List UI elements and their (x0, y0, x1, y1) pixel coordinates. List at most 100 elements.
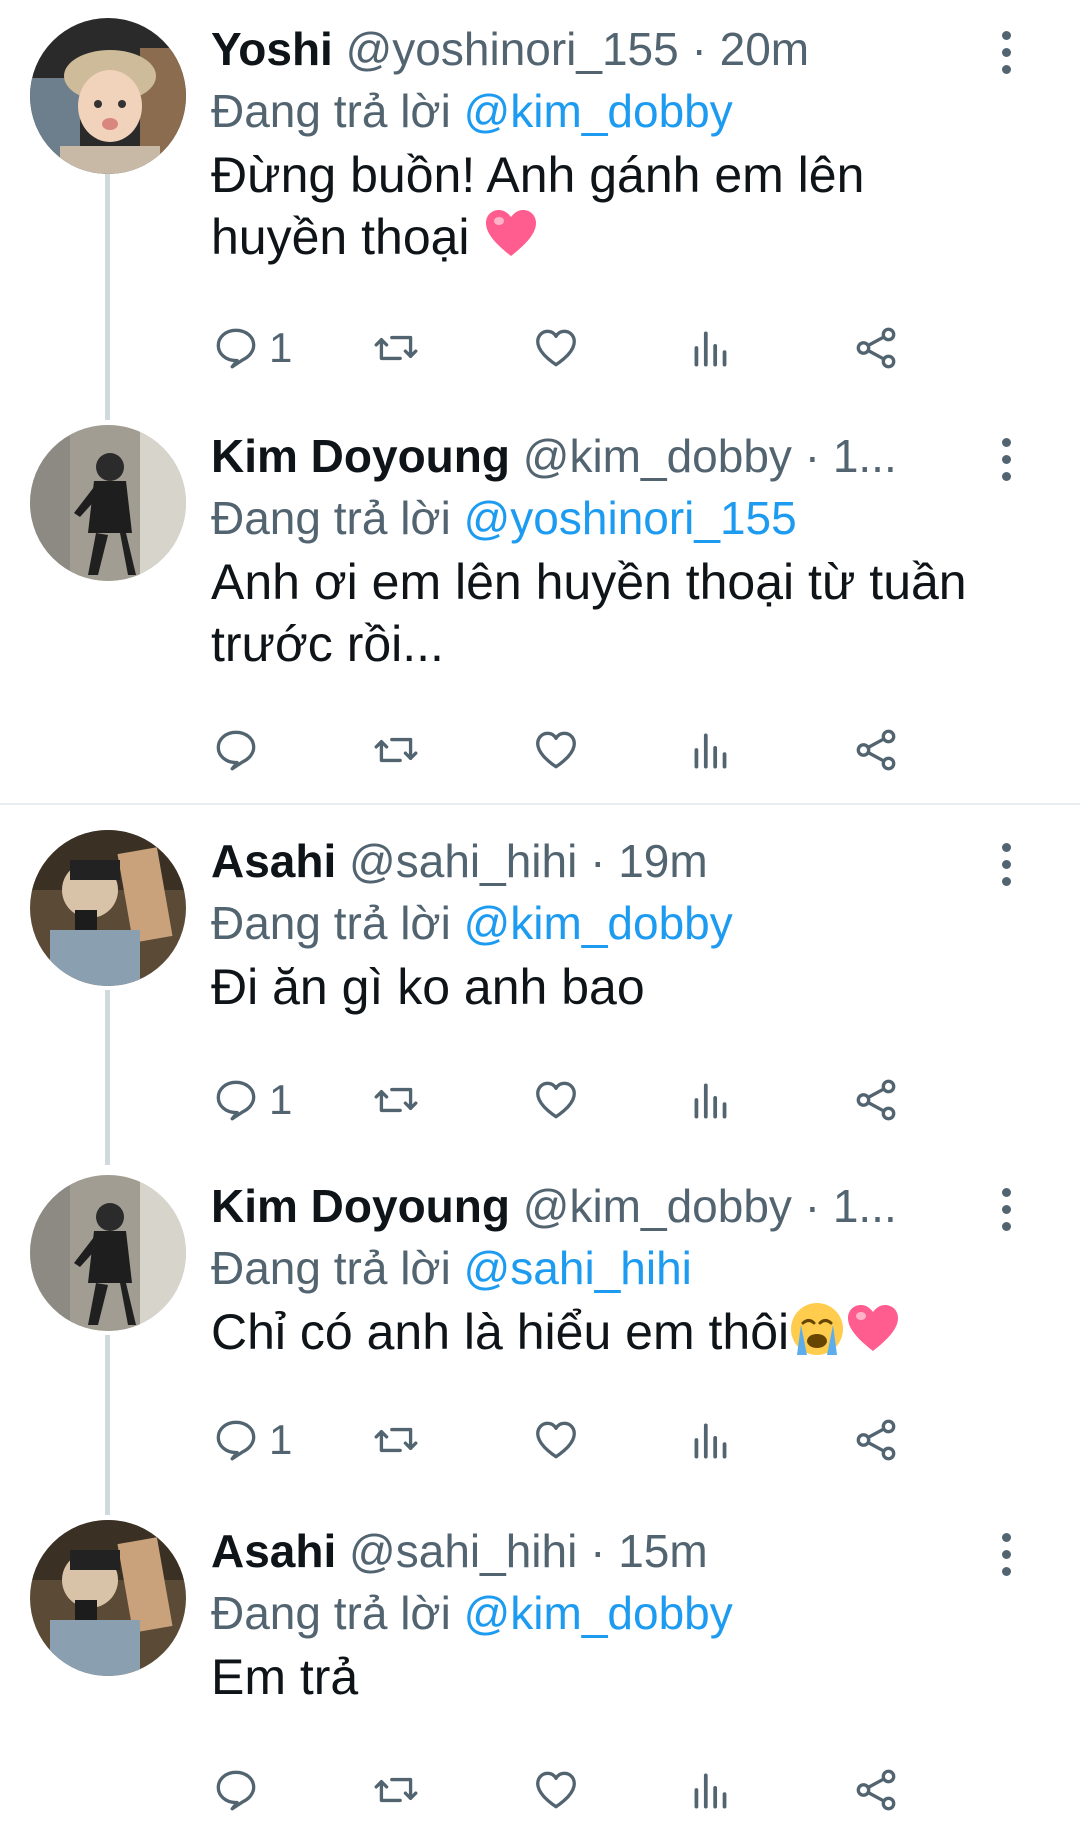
tweet-header: Kim Doyoung @kim_dobby · 1... (211, 425, 1020, 487)
analytics-button[interactable] (686, 1410, 736, 1470)
analytics-icon (694, 1773, 727, 1809)
comment-icon (216, 730, 256, 771)
share-button[interactable] (851, 1760, 901, 1820)
more-vertical-icon[interactable] (992, 840, 1020, 890)
share-button[interactable] (851, 1070, 901, 1130)
replying-to: Đang trả lời @sahi_hihi (211, 1237, 1020, 1299)
reply-prefix: Đang trả lời (211, 897, 451, 949)
user-handle[interactable]: @yoshinori_155 (346, 23, 679, 75)
heart-emoji-icon (848, 1305, 899, 1351)
comment-icon (216, 1420, 256, 1461)
share-icon (856, 1769, 896, 1811)
display-name[interactable]: Asahi (211, 1525, 336, 1577)
replying-to: Đang trả lời @kim_dobby (211, 1582, 1020, 1644)
separator: · (804, 1180, 821, 1232)
reply-prefix: Đang trả lời (211, 492, 451, 544)
tweet[interactable]: Asahi @sahi_hihi · 15m Đang trả lời @kim… (0, 1520, 1080, 1836)
reply-button[interactable]: 1 (211, 1070, 292, 1130)
tweet-text: Đừng buồn! Anh gánh em lên huyền thoại (211, 144, 931, 268)
mention-link[interactable]: @yoshinori_155 (464, 492, 797, 544)
thread-divider (0, 803, 1080, 805)
separator: · (804, 430, 821, 482)
timestamp[interactable]: 1... (833, 1180, 897, 1232)
retweet-button[interactable] (371, 1760, 421, 1820)
reply-prefix: Đang trả lời (211, 85, 451, 137)
mention-link[interactable]: @kim_dobby (464, 85, 733, 137)
share-icon (856, 327, 896, 369)
avatar[interactable] (30, 1175, 186, 1331)
mention-link[interactable]: @kim_dobby (464, 897, 733, 949)
timestamp[interactable]: 15m (618, 1525, 707, 1577)
display-name[interactable]: Kim Doyoung (211, 1180, 510, 1232)
share-button[interactable] (851, 1410, 901, 1470)
user-handle[interactable]: @sahi_hihi (349, 1525, 577, 1577)
comment-icon (216, 1080, 256, 1121)
avatar[interactable] (30, 830, 186, 986)
reply-button[interactable]: 1 (211, 318, 292, 378)
retweet-icon (374, 335, 418, 361)
avatar-photo-icon (30, 18, 186, 174)
reply-count: 1 (269, 1076, 293, 1123)
avatar[interactable] (30, 18, 186, 174)
timestamp[interactable]: 1... (833, 430, 897, 482)
tweet-text: Chỉ có anh là hiểu em thôi (211, 1301, 1020, 1363)
avatar[interactable] (30, 425, 186, 581)
analytics-button[interactable] (686, 1760, 736, 1820)
retweet-button[interactable] (371, 720, 421, 780)
reply-button[interactable] (211, 720, 269, 780)
user-handle[interactable]: @kim_dobby (523, 1180, 792, 1232)
tweet-header: Asahi @sahi_hihi · 19m (211, 830, 1020, 892)
heart-icon (536, 1421, 576, 1459)
tweet[interactable]: Kim Doyoung @kim_dobby · 1... Đang trả l… (0, 1175, 1080, 1515)
comment-icon (216, 328, 256, 369)
tweet[interactable]: Kim Doyoung @kim_dobby · 1... Đang trả l… (0, 420, 1080, 800)
avatar-photo-icon (30, 425, 186, 581)
like-button[interactable] (531, 1760, 581, 1820)
more-vertical-icon[interactable] (992, 28, 1020, 78)
mention-link[interactable]: @kim_dobby (464, 1587, 733, 1639)
like-button[interactable] (531, 720, 581, 780)
reply-count: 1 (269, 1416, 293, 1463)
analytics-button[interactable] (686, 720, 736, 780)
reply-prefix: Đang trả lời (211, 1587, 451, 1639)
reply-button[interactable] (211, 1760, 269, 1820)
retweet-icon (374, 1427, 418, 1453)
heart-icon (536, 1771, 576, 1809)
user-handle[interactable]: @sahi_hihi (349, 835, 577, 887)
display-name[interactable]: Asahi (211, 835, 336, 887)
avatar[interactable] (30, 1520, 186, 1676)
share-button[interactable] (851, 720, 901, 780)
tweet[interactable]: Yoshi @yoshinori_155 · 20m Đang trả lời … (0, 0, 1080, 420)
heart-emoji-icon (486, 210, 537, 256)
share-icon (856, 1079, 896, 1121)
more-vertical-icon[interactable] (992, 1185, 1020, 1235)
avatar-photo-icon (30, 1520, 186, 1676)
comment-icon (216, 1770, 256, 1811)
display-name[interactable]: Yoshi (211, 23, 333, 75)
tweet[interactable]: Asahi @sahi_hihi · 19m Đang trả lời @kim… (0, 830, 1080, 1160)
display-name[interactable]: Kim Doyoung (211, 430, 510, 482)
separator: · (590, 835, 606, 887)
retweet-button[interactable] (371, 1410, 421, 1470)
tweet-actions (211, 1760, 1011, 1820)
analytics-button[interactable] (686, 1070, 736, 1130)
like-button[interactable] (531, 1410, 581, 1470)
share-button[interactable] (851, 318, 901, 378)
analytics-button[interactable] (686, 318, 736, 378)
tweet-actions: 1 (211, 1410, 1011, 1470)
tweet-header: Yoshi @yoshinori_155 · 20m (211, 18, 1020, 80)
user-handle[interactable]: @kim_dobby (523, 430, 792, 482)
like-button[interactable] (531, 318, 581, 378)
mention-link[interactable]: @sahi_hihi (464, 1242, 692, 1294)
like-button[interactable] (531, 1070, 581, 1130)
retweet-button[interactable] (371, 318, 421, 378)
crying-face-emoji-icon (791, 1303, 844, 1355)
more-vertical-icon[interactable] (992, 1530, 1020, 1580)
retweet-button[interactable] (371, 1070, 421, 1130)
share-icon (856, 1419, 896, 1461)
timestamp[interactable]: 20m (720, 23, 809, 75)
timestamp[interactable]: 19m (618, 835, 707, 887)
more-vertical-icon[interactable] (992, 435, 1020, 485)
heart-icon (536, 731, 576, 769)
reply-button[interactable]: 1 (211, 1410, 292, 1470)
